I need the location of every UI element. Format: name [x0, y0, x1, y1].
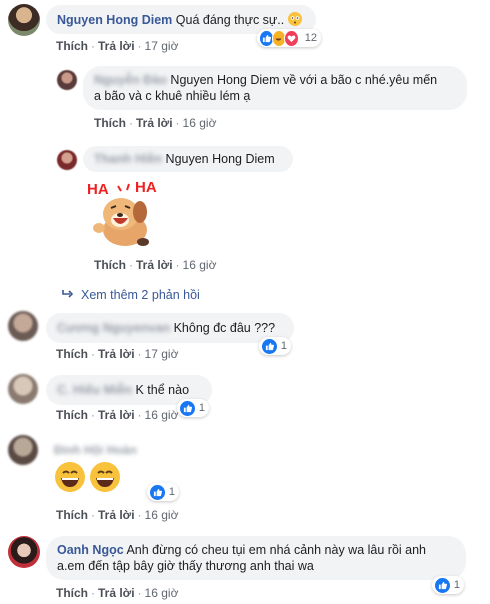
reply-text: về với a bão c nhé.yêu mến [283, 73, 438, 87]
laughing-emojis [55, 462, 120, 496]
reactions-summary[interactable]: 1 [259, 337, 291, 355]
tagged-user[interactable]: Nguyen Hong Diem [166, 152, 275, 166]
like-link[interactable]: Thích [56, 586, 88, 600]
comment-text: K thể nào [135, 383, 190, 397]
grinning-emoji-icon [55, 462, 85, 492]
avatar[interactable] [8, 435, 38, 465]
reply-bubble: Thanh Hiền Nguyen Hong Diem [83, 146, 293, 172]
comment-text: Anh đừng có cheu tụi em nhá cảnh này wa … [126, 543, 427, 557]
comment-text: a.em đến tập bây giờ thấy thương anh tha… [57, 559, 314, 573]
grinning-emoji-icon [90, 462, 120, 492]
sticker-text: HA [87, 181, 109, 198]
reply-author[interactable]: Thanh Hiền [94, 152, 162, 166]
reply-arrow-icon [62, 288, 74, 302]
comment-author[interactable]: Cương Nguyenvan [57, 321, 170, 335]
comment-text: Không đc đâu ??? [173, 321, 276, 335]
comment-bubble: Oanh Ngọc Anh đừng có cheu tụi em nhá cả… [46, 536, 466, 580]
reply-time[interactable]: 16 giờ [183, 258, 217, 272]
avatar[interactable] [57, 70, 77, 90]
avatar[interactable] [57, 150, 77, 170]
reply-link[interactable]: Trả lời [98, 586, 135, 600]
avatar[interactable] [8, 374, 38, 404]
reaction-count: 1 [453, 579, 460, 591]
love-reaction-icon [284, 29, 299, 47]
comment-author[interactable]: Đinh Hội Hoàn [54, 443, 137, 457]
like-reaction-icon [261, 337, 278, 355]
comment-actions: Thích · Trả lời · 16 giờ [56, 408, 179, 422]
avatar[interactable] [8, 536, 40, 568]
comment-block: Đinh Hội Hoàn [54, 443, 137, 457]
comment-time[interactable]: 16 giờ [145, 586, 179, 600]
comment-author[interactable]: C. Hiếu Miễn [57, 383, 132, 397]
avatar[interactable] [8, 4, 40, 36]
comment-time[interactable]: 17 giờ [145, 347, 179, 361]
reaction-count: 12 [304, 32, 317, 44]
reply-time[interactable]: 16 giờ [183, 116, 217, 130]
like-link[interactable]: Thích [56, 408, 88, 422]
reply-link[interactable]: Trả lời [98, 347, 135, 361]
reply-link[interactable]: Trả lời [136, 258, 173, 272]
reply-bubble: Nguyễn Đào Nguyen Hong Diem về với a bão… [83, 66, 467, 110]
avatar[interactable] [8, 311, 38, 341]
comment-actions: Thích · Trả lời · 17 giờ [56, 347, 179, 361]
comment-bubble: Cương Nguyenvan Không đc đâu ??? [46, 313, 294, 343]
like-link[interactable]: Thích [56, 508, 88, 522]
comment-text: Quá đáng thực sự.. [175, 13, 285, 27]
reply-text: a bão và c khuê nhiều lém ạ [94, 89, 251, 103]
view-more-replies-link[interactable]: Xem thêm 2 phản hồi [62, 288, 200, 302]
comment-actions: Thích · Trả lời · 17 giờ [56, 39, 179, 53]
comment-time[interactable]: 17 giờ [145, 39, 179, 53]
reply-link[interactable]: Trả lời [136, 116, 173, 130]
reply-actions: Thích · Trả lời · 16 giờ [94, 116, 217, 130]
reaction-count: 1 [168, 486, 175, 498]
reply-actions: Thích · Trả lời · 16 giờ [94, 258, 217, 272]
like-link[interactable]: Thích [94, 116, 126, 130]
reactions-summary[interactable]: 1 [432, 576, 464, 594]
reaction-count: 1 [280, 340, 287, 352]
reply-link[interactable]: Trả lời [98, 39, 135, 53]
comment-actions: Thích · Trả lời · 16 giờ [56, 508, 179, 522]
comment-time[interactable]: 16 giờ [145, 508, 179, 522]
reaction-count: 1 [198, 402, 205, 414]
like-reaction-icon [179, 399, 196, 417]
reactions-summary[interactable]: 12 [257, 29, 321, 47]
comment-time[interactable]: 16 giờ [145, 408, 179, 422]
dog-laughing-sticker: HA HA [85, 178, 165, 250]
tagged-user[interactable]: Nguyen Hong Diem [170, 73, 279, 87]
reply-author[interactable]: Nguyễn Đào [94, 73, 167, 87]
reply-link[interactable]: Trả lời [98, 508, 135, 522]
reactions-summary[interactable]: 1 [177, 399, 209, 417]
comment-author[interactable]: Nguyen Hong Diem [57, 13, 172, 27]
reply-link[interactable]: Trả lời [98, 408, 135, 422]
like-reaction-icon [434, 576, 451, 594]
sticker-text: HA [135, 179, 157, 196]
comment-actions: Thích · Trả lời · 16 giờ [56, 586, 179, 600]
like-link[interactable]: Thích [56, 39, 88, 53]
comment-author[interactable]: Oanh Ngọc [57, 543, 124, 557]
flushed-emoji-icon [287, 12, 302, 26]
reactions-summary[interactable]: 1 [147, 483, 179, 501]
like-link[interactable]: Thích [94, 258, 126, 272]
view-more-label[interactable]: Xem thêm 2 phản hồi [81, 288, 200, 302]
like-link[interactable]: Thích [56, 347, 88, 361]
like-reaction-icon [149, 483, 166, 501]
